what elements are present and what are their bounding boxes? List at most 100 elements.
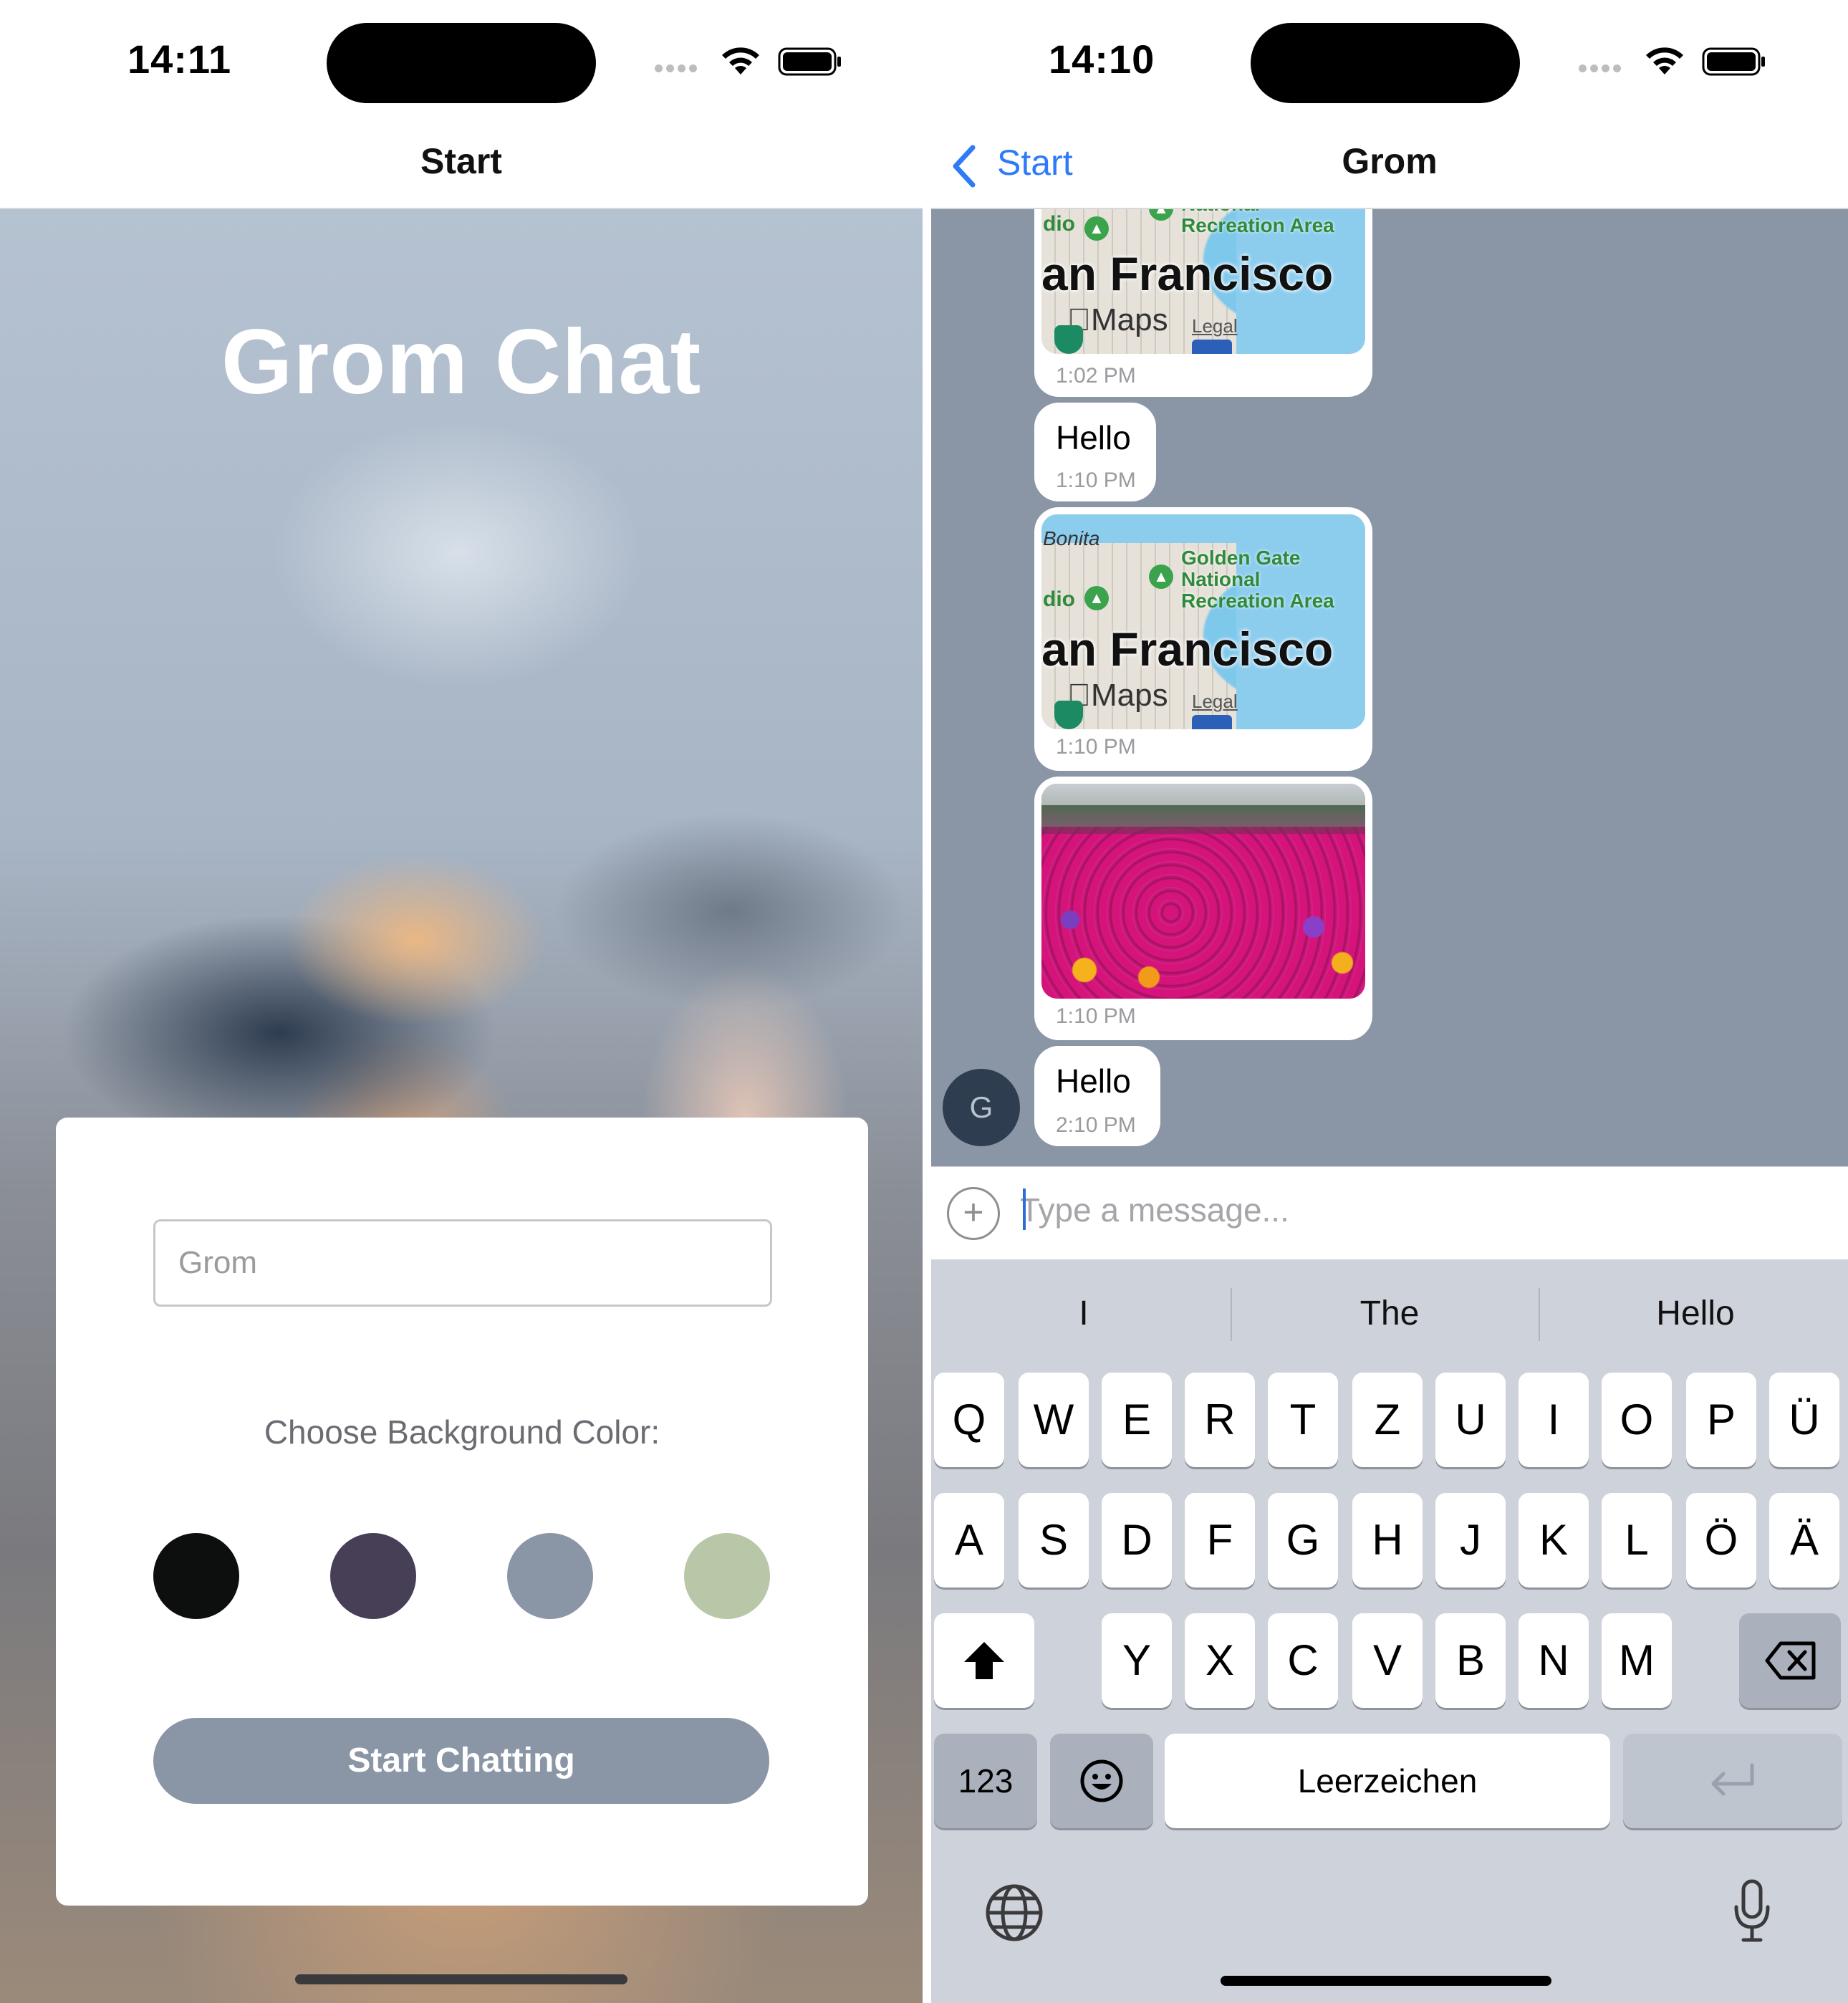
key[interactable]: R bbox=[1185, 1373, 1255, 1467]
map-label-park: Golden GateNationalRecreation Area bbox=[1181, 547, 1334, 612]
key[interactable]: M bbox=[1602, 1613, 1672, 1708]
location-message[interactable]: Bonita Golden GateNationalRecreation Are… bbox=[1034, 507, 1372, 771]
key[interactable]: L bbox=[1602, 1493, 1672, 1587]
message-timestamp: 1:10 PM bbox=[1056, 735, 1136, 759]
dynamic-island bbox=[327, 23, 596, 103]
suggestion-divider bbox=[1539, 1288, 1540, 1341]
color-swatch-purple[interactable] bbox=[330, 1533, 416, 1619]
message-input[interactable] bbox=[1020, 1181, 1822, 1239]
sender-avatar[interactable]: G bbox=[943, 1069, 1020, 1146]
message-timestamp: 2:10 PM bbox=[1056, 1113, 1136, 1137]
emoji-icon bbox=[1080, 1759, 1123, 1802]
suggestion-3[interactable]: Hello bbox=[1543, 1285, 1848, 1342]
color-swatch-grey-blue[interactable] bbox=[507, 1533, 593, 1619]
color-swatch-black[interactable] bbox=[153, 1533, 239, 1619]
shift-icon bbox=[964, 1642, 1004, 1679]
key[interactable]: F bbox=[1185, 1493, 1255, 1587]
message-list[interactable]: Bonita Golden GateNationalRecreation Are… bbox=[931, 209, 1848, 1166]
key[interactable]: Ü bbox=[1769, 1373, 1839, 1467]
key[interactable]: A bbox=[934, 1493, 1004, 1587]
battery-icon bbox=[778, 47, 841, 76]
nav-title: Grom bbox=[1342, 141, 1438, 181]
name-input[interactable] bbox=[153, 1219, 772, 1307]
map-label-bonita: Bonita bbox=[1043, 527, 1100, 549]
location-message[interactable]: Bonita Golden GateNationalRecreation Are… bbox=[1034, 209, 1372, 397]
message-timestamp: 1:10 PM bbox=[1056, 469, 1136, 492]
key[interactable]: U bbox=[1435, 1373, 1506, 1467]
suggestion-2[interactable]: The bbox=[1237, 1285, 1542, 1342]
image-message[interactable]: 1:10 PM bbox=[1034, 777, 1372, 1040]
status-time: 14:10 bbox=[1049, 37, 1155, 82]
microphone-icon[interactable] bbox=[1732, 1878, 1772, 1944]
status-time: 14:11 bbox=[127, 37, 232, 82]
key[interactable]: B bbox=[1435, 1613, 1506, 1708]
start-screen: Grom Chat Choose Background Color: Start… bbox=[0, 0, 923, 2003]
highway-shield-icon bbox=[1054, 325, 1083, 354]
text-cursor bbox=[1023, 1188, 1026, 1230]
key[interactable]: N bbox=[1519, 1613, 1589, 1708]
key[interactable]: Y bbox=[1102, 1613, 1172, 1708]
message-timestamp: 1:02 PM bbox=[1056, 364, 1136, 388]
message-text: Hello bbox=[1056, 419, 1131, 456]
screen-divider bbox=[923, 0, 931, 2003]
map-label-city: an Francisco bbox=[1041, 247, 1334, 300]
text-message[interactable]: Hello 2:10 PM bbox=[1034, 1046, 1160, 1146]
map-preview[interactable]: Bonita Golden GateNationalRecreation Are… bbox=[1041, 209, 1365, 354]
key[interactable]: V bbox=[1352, 1613, 1423, 1708]
key[interactable]: D bbox=[1102, 1493, 1172, 1587]
map-label-city: an Francisco bbox=[1041, 623, 1334, 676]
interstate-shield-icon bbox=[1192, 340, 1232, 354]
app-title: Grom Chat bbox=[221, 311, 702, 413]
key[interactable]: C bbox=[1268, 1613, 1338, 1708]
key[interactable]: Ö bbox=[1686, 1493, 1756, 1587]
navigation-bar: Start bbox=[0, 122, 923, 209]
key[interactable]: H bbox=[1352, 1493, 1423, 1587]
space-key[interactable]: Leerzeichen bbox=[1165, 1734, 1610, 1828]
home-indicator bbox=[1221, 1976, 1551, 1986]
text-message[interactable]: Hello 1:10 PM bbox=[1034, 403, 1156, 501]
add-attachment-button[interactable]: + bbox=[947, 1187, 1000, 1240]
numbers-key[interactable]: 123 bbox=[934, 1734, 1037, 1828]
suggestion-1[interactable]: I bbox=[931, 1285, 1236, 1342]
key[interactable]: W bbox=[1019, 1373, 1089, 1467]
park-icon: ▲ bbox=[1084, 216, 1109, 241]
map-label-presidio: dio bbox=[1043, 212, 1075, 236]
park-icon: ▲ bbox=[1084, 586, 1109, 610]
key[interactable]: X bbox=[1185, 1613, 1255, 1708]
key[interactable]: S bbox=[1019, 1493, 1089, 1587]
start-chatting-button[interactable]: Start Chatting bbox=[153, 1718, 769, 1804]
return-key[interactable] bbox=[1623, 1734, 1842, 1828]
key[interactable]: J bbox=[1435, 1493, 1506, 1587]
delete-key[interactable] bbox=[1739, 1613, 1841, 1708]
shift-key[interactable] bbox=[934, 1613, 1034, 1708]
key[interactable]: O bbox=[1602, 1373, 1672, 1467]
backspace-icon bbox=[1765, 1641, 1816, 1680]
battery-icon bbox=[1702, 47, 1765, 76]
park-icon: ▲ bbox=[1149, 565, 1173, 589]
flower-photo[interactable] bbox=[1041, 784, 1365, 999]
message-text: Hello bbox=[1056, 1062, 1131, 1100]
background-photo: Grom Chat Choose Background Color: Start… bbox=[0, 209, 923, 2003]
key[interactable]: T bbox=[1268, 1373, 1338, 1467]
map-preview[interactable]: Bonita Golden GateNationalRecreation Are… bbox=[1041, 514, 1365, 729]
dynamic-island bbox=[1251, 23, 1520, 103]
cellular-signal-icon bbox=[1579, 63, 1629, 72]
key[interactable]: Ä bbox=[1769, 1493, 1839, 1587]
map-legal-link[interactable]: Legal bbox=[1192, 691, 1238, 713]
key[interactable]: Q bbox=[934, 1373, 1004, 1467]
message-composer: + bbox=[931, 1166, 1848, 1259]
cellular-signal-icon bbox=[655, 63, 705, 72]
keyboard: I The Hello Q W E R T Z U I O P Ü A S D … bbox=[931, 1259, 1848, 2003]
key[interactable]: E bbox=[1102, 1373, 1172, 1467]
key[interactable]: G bbox=[1268, 1493, 1338, 1587]
key[interactable]: Z bbox=[1352, 1373, 1423, 1467]
emoji-key[interactable] bbox=[1050, 1734, 1153, 1828]
key[interactable]: I bbox=[1519, 1373, 1589, 1467]
home-indicator bbox=[295, 1974, 627, 1984]
map-legal-link[interactable]: Legal bbox=[1192, 315, 1238, 337]
globe-icon[interactable] bbox=[984, 1883, 1044, 1943]
key[interactable]: P bbox=[1686, 1373, 1756, 1467]
key[interactable]: K bbox=[1519, 1493, 1589, 1587]
color-swatch-sage[interactable] bbox=[684, 1533, 770, 1619]
return-icon bbox=[1711, 1763, 1754, 1796]
